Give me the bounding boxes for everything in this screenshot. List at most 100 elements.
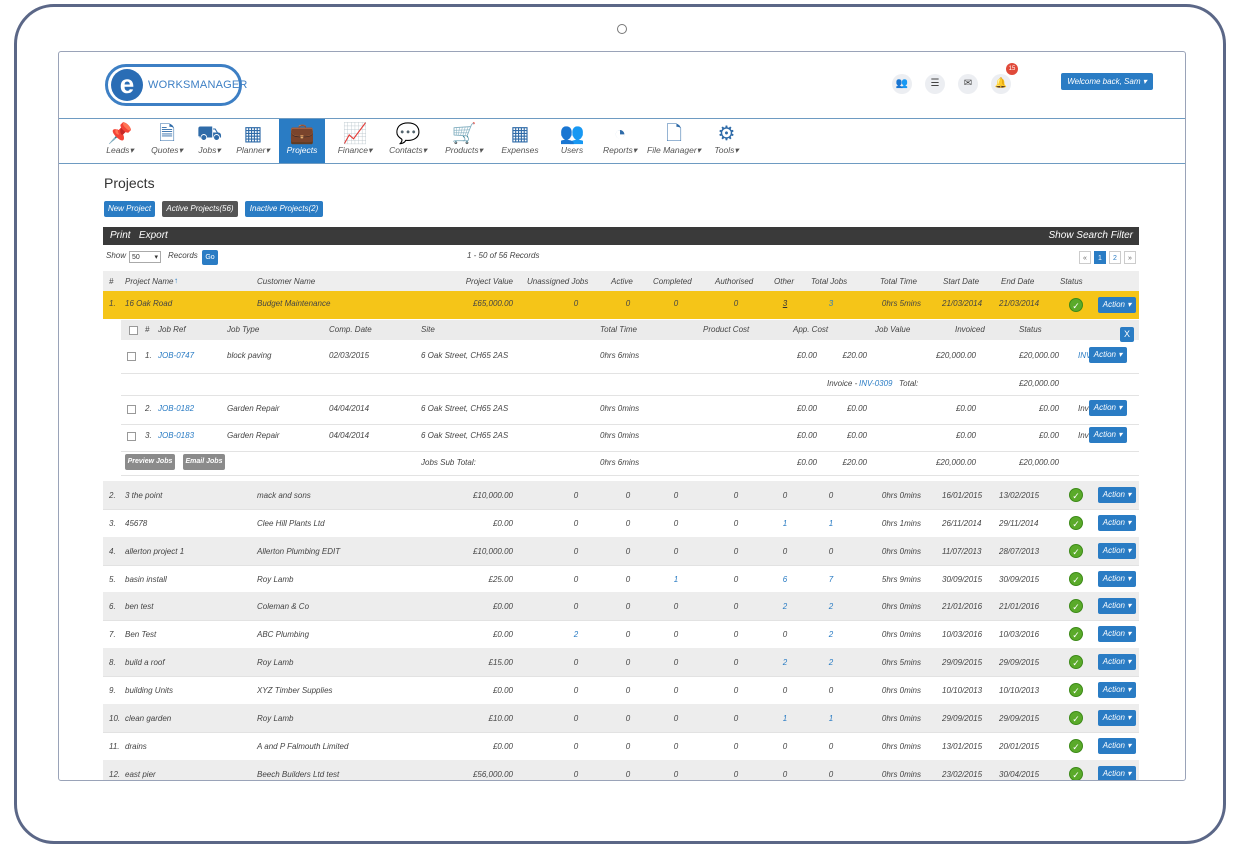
cell-other[interactable]: 6 bbox=[775, 575, 795, 584]
nav-item-reports[interactable]: ◔ Reports▾ bbox=[600, 119, 640, 163]
subtotal-app: £20.00 bbox=[842, 458, 867, 467]
action-button[interactable]: Action ▾ bbox=[1098, 626, 1136, 643]
job-ref[interactable]: JOB-0182 bbox=[158, 404, 194, 413]
sort-asc-icon[interactable]: ↑ bbox=[174, 276, 178, 285]
nav-item-leads[interactable]: 📌 Leads▾ bbox=[99, 119, 141, 163]
nav-item-finance[interactable]: 📈 Finance▾ bbox=[331, 119, 379, 163]
cell-unassigned[interactable]: 2 bbox=[561, 630, 591, 639]
mail-icon[interactable]: ✉ bbox=[958, 74, 978, 94]
records-per-page-select[interactable]: 50 ▾ bbox=[129, 251, 161, 263]
export-link[interactable]: Export bbox=[139, 230, 168, 241]
job-row[interactable]: 3. JOB-0183 Garden Repair 04/04/2014 6 Oak S… bbox=[121, 423, 1139, 452]
active-projects-button[interactable]: Active Projects(56) bbox=[162, 201, 238, 217]
users-icon[interactable]: 👥 bbox=[892, 74, 912, 94]
nav-item-expenses[interactable]: ▦ Expenses bbox=[495, 119, 545, 163]
table-row[interactable]: 9. building Units XYZ Timber Supplies £0.00… bbox=[103, 676, 1139, 705]
nav-item-planner[interactable]: ▦ Planner▾ bbox=[231, 119, 275, 163]
action-button[interactable]: Action ▾ bbox=[1098, 514, 1136, 531]
cell-total[interactable]: 7 bbox=[821, 575, 841, 584]
action-button[interactable]: Action ▾ bbox=[1098, 654, 1136, 671]
pagination-page-2[interactable]: 2 bbox=[1109, 251, 1121, 264]
sort-project-name[interactable]: Project Name bbox=[125, 277, 173, 286]
email-jobs-button[interactable]: Email Jobs bbox=[183, 454, 225, 470]
cell-name: Ben Test bbox=[125, 630, 157, 640]
action-button[interactable]: Action ▾ bbox=[1098, 570, 1136, 587]
cell-active: 0 bbox=[625, 602, 631, 612]
leads-icon: 📌 bbox=[107, 123, 133, 145]
nav-item-projects[interactable]: 💼 Projects bbox=[279, 119, 325, 163]
action-button[interactable]: Action ▾ bbox=[1098, 737, 1136, 754]
pagination-page-1[interactable]: 1 bbox=[1094, 251, 1106, 264]
list-icon[interactable]: ☰ bbox=[925, 74, 945, 94]
action-button[interactable]: Action ▾ bbox=[1098, 681, 1136, 698]
table-row[interactable]: 8. build a roof Roy Lamb £15.00 0 0 0 0 2 2 0hrs 5… bbox=[103, 648, 1139, 678]
table-row-expanded[interactable]: 1. 16 Oak Road Budget Maintenance £65,000.0… bbox=[103, 291, 1139, 319]
inactive-projects-button[interactable]: Inactive Projects(2) bbox=[245, 201, 323, 217]
show-search-filter-link[interactable]: Show Search Filter bbox=[1049, 227, 1133, 245]
nav-item-tools[interactable]: ⚙ Tools▾ bbox=[709, 119, 744, 163]
preview-jobs-button[interactable]: Preview Jobs bbox=[125, 454, 175, 470]
cell-total[interactable]: 1 bbox=[821, 519, 841, 528]
cell-other[interactable]: 1 bbox=[775, 714, 795, 723]
table-row[interactable]: 5. basin install Roy Lamb £25.00 0 0 1 0 6 7 5hrs … bbox=[103, 565, 1139, 594]
action-button[interactable]: Action ▾ bbox=[1098, 542, 1136, 559]
pagination-next[interactable]: » bbox=[1124, 251, 1136, 264]
cell-total[interactable]: 2 bbox=[821, 602, 841, 611]
job-action-button[interactable]: Action ▾ bbox=[1089, 427, 1127, 443]
invoice-link[interactable]: INV-0309 bbox=[859, 379, 893, 388]
cell-total[interactable]: 3 bbox=[821, 299, 841, 308]
cell-other[interactable]: 2 bbox=[775, 602, 795, 611]
job-checkbox[interactable] bbox=[127, 432, 136, 441]
table-row[interactable]: 4. allerton project 1 Allerton Plumbing ED… bbox=[103, 536, 1139, 566]
main-nav: 📌 Leads▾ 🗎 Quotes▾ ⛟ Jobs▾ ▦ Planner▾ 💼 Projects 📈… bbox=[59, 119, 1185, 164]
job-checkbox[interactable] bbox=[127, 405, 136, 414]
table-row[interactable]: 3. 45678 Clee Hill Plants Ltd £0.00 0 0 0 0 1 1 0h… bbox=[103, 509, 1139, 538]
cell-total[interactable]: 2 bbox=[821, 658, 841, 667]
pagination-prev[interactable]: « bbox=[1079, 251, 1091, 264]
nav-item-users[interactable]: 👥 Users bbox=[553, 119, 591, 163]
action-button[interactable]: Action ▾ bbox=[1098, 765, 1136, 780]
nav-item-jobs[interactable]: ⛟ Jobs▾ bbox=[192, 119, 227, 163]
cell-other[interactable]: 1 bbox=[775, 519, 795, 528]
new-project-button[interactable]: New Project bbox=[104, 201, 155, 217]
job-ref[interactable]: JOB-0747 bbox=[158, 351, 194, 360]
cell-other[interactable]: 3 bbox=[775, 299, 795, 308]
table-row[interactable]: 11. drains A and P Falmouth Limited £0.00 0 0… bbox=[103, 732, 1139, 761]
app-logo[interactable]: e WORKSMANAGER bbox=[105, 64, 247, 106]
cell-other[interactable]: 2 bbox=[775, 658, 795, 667]
nav-item-file-manager[interactable]: 🗋 File Manager▾ bbox=[644, 119, 704, 163]
job-action-button[interactable]: Action ▾ bbox=[1089, 347, 1127, 363]
job-checkbox[interactable] bbox=[127, 352, 136, 361]
cell-total: 0 bbox=[828, 741, 834, 751]
table-row[interactable]: 12. east pier Beech Builders Ltd test £56,0… bbox=[103, 759, 1139, 780]
select-all-checkbox[interactable] bbox=[129, 326, 138, 335]
table-row[interactable]: 10. clean garden Roy Lamb £10.00 0 0 0 0 1 1 0hrs … bbox=[103, 703, 1139, 733]
column-header: End Date bbox=[1001, 277, 1035, 286]
cell-completed[interactable]: 1 bbox=[666, 575, 686, 584]
action-button[interactable]: Action ▾ bbox=[1098, 487, 1136, 503]
table-row[interactable]: 6. ben test Coleman & Co £0.00 0 0 0 0 2 2 0hrs 0m… bbox=[103, 592, 1139, 622]
bell-icon[interactable]: 🔔 bbox=[991, 74, 1011, 94]
nav-item-products[interactable]: 🛒 Products▾ bbox=[438, 119, 490, 163]
cell-customer: ABC Plumbing bbox=[257, 630, 310, 640]
nav-item-quotes[interactable]: 🗎 Quotes▾ bbox=[146, 119, 188, 163]
user-menu-button[interactable]: Welcome back, Sam ▾ bbox=[1061, 73, 1153, 90]
action-button[interactable]: Action ▾ bbox=[1098, 709, 1136, 726]
action-button[interactable]: Action ▾ bbox=[1098, 297, 1136, 313]
cell-end: 21/03/2014 bbox=[999, 299, 1040, 308]
job-ref[interactable]: JOB-0183 bbox=[158, 431, 194, 440]
job-type: block paving bbox=[227, 351, 272, 360]
job-action-button[interactable]: Action ▾ bbox=[1089, 400, 1127, 416]
cell-time: 5hrs 9mins bbox=[881, 574, 921, 584]
nav-item-contacts[interactable]: 💬 Contacts▾ bbox=[384, 119, 432, 163]
print-link[interactable]: Print bbox=[110, 230, 131, 241]
cell-name: clean garden bbox=[125, 713, 172, 723]
action-button[interactable]: Action ▾ bbox=[1098, 598, 1136, 615]
go-button[interactable]: Go bbox=[202, 250, 218, 265]
job-row[interactable]: 2. JOB-0182 Garden Repair 04/04/2014 6 Oak S… bbox=[121, 396, 1139, 425]
table-row[interactable]: 2. 3 the point mack and sons £10,000.00 0 0 0 0… bbox=[103, 481, 1139, 510]
cell-total[interactable]: 1 bbox=[821, 714, 841, 723]
cell-total[interactable]: 2 bbox=[821, 630, 841, 639]
table-row[interactable]: 7. Ben Test ABC Plumbing £0.00 2 0 0 0 0 2 0hrs 0m… bbox=[103, 620, 1139, 650]
job-row[interactable]: 1. JOB-0747 block paving 02/03/2015 6 Oak St… bbox=[121, 339, 1139, 374]
